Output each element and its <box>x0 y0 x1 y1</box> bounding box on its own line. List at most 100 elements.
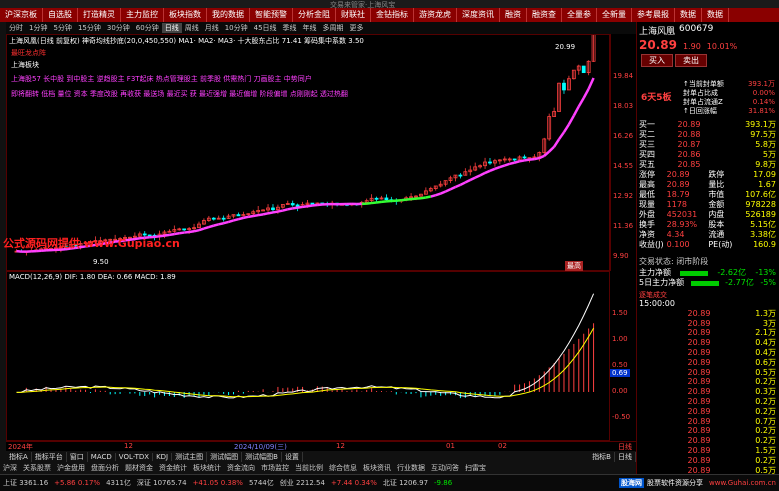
ma-band-segment <box>199 229 204 231</box>
price-axis: 19.8418.0316.2614.5512.9211.369.90 <box>610 34 637 271</box>
stats-value: 20.89 <box>667 180 707 190</box>
period-3[interactable]: 15分钟 <box>75 23 104 33</box>
function-tab-10[interactable]: 综合信息 <box>326 463 360 473</box>
indicator-tab-7[interactable]: 测试幅图 <box>207 452 242 462</box>
period-5[interactable]: 60分钟 <box>133 23 162 33</box>
ma-band-segment <box>308 206 313 207</box>
tick-price: 20.89 <box>688 417 728 427</box>
macd-chart[interactable]: MACD(12,26,9) DIF: 1.80 DEA: 0.66 MACD: … <box>6 271 610 441</box>
menu-item-3[interactable]: 主力监控 <box>121 8 164 22</box>
indicator-tab-9[interactable]: 设置 <box>282 452 303 462</box>
period-12[interactable]: 年线 <box>300 23 320 33</box>
tick-row: 20.890.7万 <box>637 417 778 427</box>
function-tab-2[interactable]: 沪金盘用 <box>54 463 88 473</box>
stats-value: 452031 <box>667 210 707 220</box>
quote-panel: 上海风凰 600679 20.89 1.90 10.01% 买入 卖出 6天5板… <box>636 22 779 474</box>
period-1[interactable]: 1分钟 <box>26 23 50 33</box>
menu-item-7[interactable]: 分析金阻 <box>293 8 336 22</box>
indicator-tab-right-1[interactable]: 日线 <box>615 452 636 462</box>
function-tab-1[interactable]: 关系股票 <box>20 463 54 473</box>
brand-caption: 股票软件资源分享 <box>644 478 706 488</box>
function-tab-11[interactable]: 板块资讯 <box>360 463 394 473</box>
indicator-tab-8[interactable]: 测试幅图B <box>242 452 282 462</box>
indicator-tab-1[interactable]: 指标平台 <box>32 452 67 462</box>
tick-row: 20.891.5万 <box>637 446 778 456</box>
indicator-tab-6[interactable]: 测试主图 <box>172 452 207 462</box>
function-tab-3[interactable]: 盘面分析 <box>88 463 122 473</box>
tick-row: 20.890.5万 <box>637 368 778 378</box>
indicator-tab-right-0[interactable]: 指标B <box>589 452 615 462</box>
indicator-tab-5[interactable]: KDJ <box>153 453 172 461</box>
menu-item-14[interactable]: 全量参 <box>562 8 597 22</box>
menu-item-2[interactable]: 打造精灵 <box>78 8 121 22</box>
period-2[interactable]: 5分钟 <box>50 23 74 33</box>
period-14[interactable]: 更多 <box>347 23 367 33</box>
bid-row: 买三20.875.8万 <box>637 140 778 150</box>
menu-item-5[interactable]: 我的数据 <box>207 8 250 22</box>
menu-item-12[interactable]: 融资 <box>500 8 527 22</box>
seal-info-row: 封单占比成0.00% <box>681 89 777 98</box>
period-6[interactable]: 日线 <box>162 23 182 33</box>
function-tab-6[interactable]: 板块统计 <box>190 463 224 473</box>
stats-table: 涨停20.89跌停17.09最高20.89量比1.67最低18.79市值107.… <box>637 170 778 250</box>
indicator-tab-3[interactable]: MACD <box>88 453 116 461</box>
menu-item-4[interactable]: 板块指数 <box>164 8 207 22</box>
menu-item-18[interactable]: 数据 <box>702 8 729 22</box>
price-tick: 16.26 <box>613 132 633 140</box>
menu-item-1[interactable]: 自选股 <box>43 8 78 22</box>
tick-row: 20.890.6万 <box>637 358 778 368</box>
function-tab-8[interactable]: 市场监控 <box>258 463 292 473</box>
menu-item-10[interactable]: 游资龙虎 <box>414 8 457 22</box>
time-label: 12 <box>124 442 133 450</box>
tick-row: 20.891.3万 <box>637 309 778 319</box>
index-quote: +7.44 0.34% <box>328 479 380 487</box>
tick-row: 20.890.3万 <box>637 387 778 397</box>
menu-item-0[interactable]: 沪深京板 <box>0 8 43 22</box>
period-7[interactable]: 周线 <box>182 23 202 33</box>
candlestick-chart[interactable]: 上海风凰(日线 前复权) 神奇均线抄底(20,0,450,550) MA1· M… <box>6 34 610 271</box>
menu-item-16[interactable]: 参考晨报 <box>632 8 675 22</box>
function-tab-4[interactable]: 题材资金 <box>122 463 156 473</box>
menu-item-8[interactable]: 财联社 <box>336 8 371 22</box>
stats-label: 股本 <box>708 220 734 230</box>
price-tick: 14.55 <box>613 162 633 170</box>
function-tab-5[interactable]: 资金统计 <box>156 463 190 473</box>
menu-item-9[interactable]: 金钻指标 <box>371 8 414 22</box>
menu-item-6[interactable]: 智能预警 <box>250 8 293 22</box>
sell-button[interactable]: 卖出 <box>675 54 707 67</box>
function-tab-14[interactable]: 扫雷宝 <box>462 463 489 473</box>
stats-value: 160.9 <box>736 240 776 250</box>
function-tab-0[interactable]: 沪深 <box>0 463 20 473</box>
bid-volume: 5万 <box>726 150 776 160</box>
index-quote: 深证 10765.74 <box>134 478 190 488</box>
bid-price: 20.85 <box>678 160 718 170</box>
ma-band-segment <box>258 214 263 215</box>
index-quote: 4311亿 <box>103 478 134 488</box>
period-4[interactable]: 30分钟 <box>104 23 133 33</box>
menu-item-11[interactable]: 深度资讯 <box>457 8 500 22</box>
tick-row: 20.890.2万 <box>637 436 778 446</box>
seal-info-row: ↑日回涨幅31.81% <box>681 107 777 116</box>
menu-item-15[interactable]: 全新量 <box>597 8 632 22</box>
indicator-tab-2[interactable]: 窗口 <box>67 452 88 462</box>
function-tab-9[interactable]: 当前比例 <box>292 463 326 473</box>
period-8[interactable]: 月线 <box>202 23 222 33</box>
function-tab-12[interactable]: 行业数据 <box>394 463 428 473</box>
period-11[interactable]: 季线 <box>280 23 300 33</box>
function-tab-13[interactable]: 互动问答 <box>428 463 462 473</box>
indicator-tab-0[interactable]: 指标A <box>6 452 32 462</box>
period-9[interactable]: 10分钟 <box>222 23 251 33</box>
period-10[interactable]: 45日线 <box>251 23 280 33</box>
stats-value: 978228 <box>736 200 776 210</box>
period-0[interactable]: 分时 <box>6 23 26 33</box>
stock-name: 上海风凰 <box>639 24 675 37</box>
ma-band-segment <box>465 180 470 182</box>
ma-band-segment <box>367 203 372 204</box>
indicator-tab-4[interactable]: VOL-TDX <box>116 453 153 461</box>
seal-info-label: ↑当前封单额 <box>683 80 724 89</box>
buy-button[interactable]: 买入 <box>641 54 673 67</box>
function-tab-7[interactable]: 资金流向 <box>224 463 258 473</box>
menu-item-13[interactable]: 融资查 <box>527 8 562 22</box>
menu-item-17[interactable]: 数据 <box>675 8 702 22</box>
period-13[interactable]: 多周期 <box>320 23 347 33</box>
